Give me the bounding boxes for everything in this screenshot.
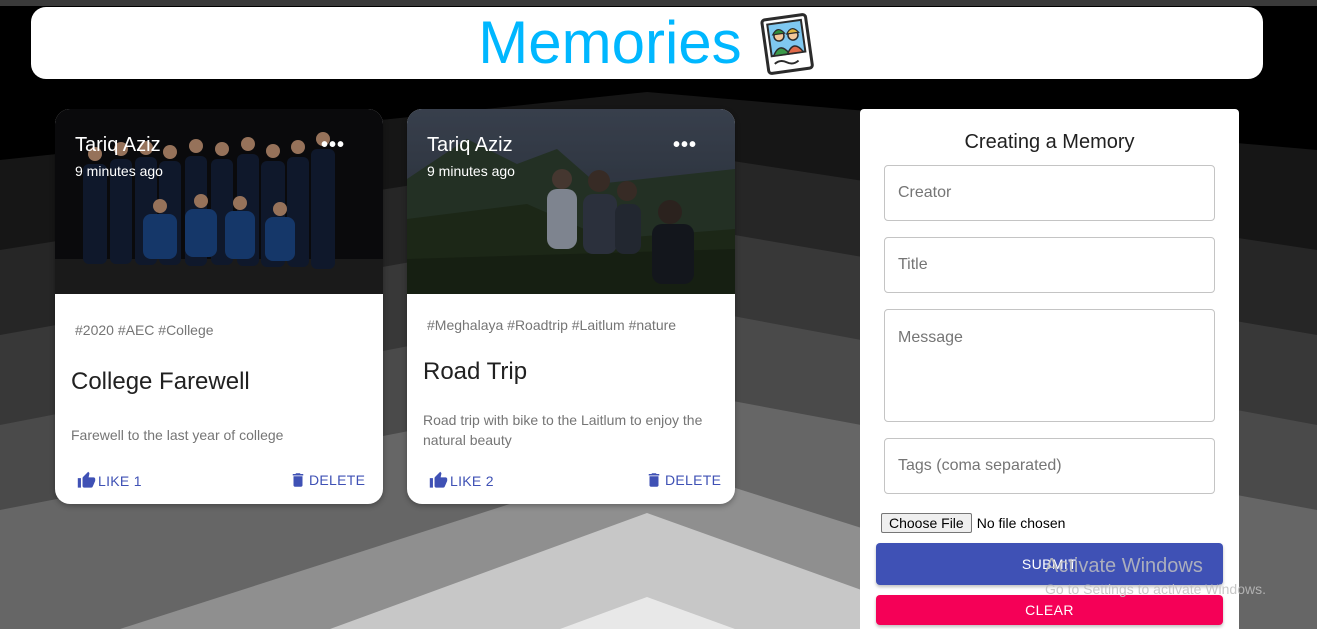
thumb-up-icon [77,471,96,488]
app-bar: Memories [31,7,1263,79]
photo-memories-icon [760,13,814,75]
delete-button[interactable]: DELETE [289,471,365,489]
title-input[interactable] [884,237,1215,293]
post-title: Road Trip [423,358,528,385]
trash-icon [648,473,660,487]
post-card: Tariq Aziz 9 minutes ago ••• #Meghalaya … [407,109,735,504]
like-button[interactable]: LIKE 2 [429,471,494,490]
delete-label: DELETE [309,472,366,488]
post-tags: #2020 #AEC #College [75,322,214,338]
clear-button[interactable]: CLEAR [876,595,1223,625]
message-input[interactable] [884,309,1215,422]
delete-button[interactable]: DELETE [645,471,721,489]
creator-input[interactable] [884,165,1215,221]
trash-icon [292,473,304,487]
post-time: 9 minutes ago [75,163,163,179]
activate-windows-watermark: Activate Windows Go to Settings to activ… [1045,555,1266,597]
delete-label: DELETE [665,472,722,488]
thumb-up-icon [429,471,448,488]
watermark-subtitle: Go to Settings to activate Windows. [1045,581,1266,597]
form-title: Creating a Memory [964,131,1135,153]
tags-input[interactable] [884,438,1215,494]
more-options-icon[interactable]: ••• [673,135,697,155]
post-card: Tariq Aziz 9 minutes ago ••• #2020 #AEC … [55,109,383,504]
like-label: LIKE 2 [450,472,494,489]
post-creator: Tariq Aziz [75,134,161,156]
like-label: LIKE 1 [98,472,142,489]
post-message: Road trip with bike to the Laitlum to en… [423,412,703,448]
post-time: 9 minutes ago [427,163,515,179]
memory-form: Creating a Memory Choose File No file ch… [860,109,1239,629]
post-message: Farewell to the last year of college [71,427,284,443]
app-title: Memories [478,9,742,76]
watermark-title: Activate Windows [1045,555,1203,577]
file-input: Choose File No file chosen [881,513,1065,533]
post-tags: #Meghalaya #Roadtrip #Laitlum #nature [427,317,677,333]
choose-file-button[interactable]: Choose File [881,513,972,533]
post-creator: Tariq Aziz [427,134,513,156]
post-title: College Farewell [71,368,250,395]
file-status: No file chosen [976,515,1066,531]
like-button[interactable]: LIKE 1 [77,471,142,490]
more-options-icon[interactable]: ••• [321,135,345,155]
top-strip [0,0,1317,6]
